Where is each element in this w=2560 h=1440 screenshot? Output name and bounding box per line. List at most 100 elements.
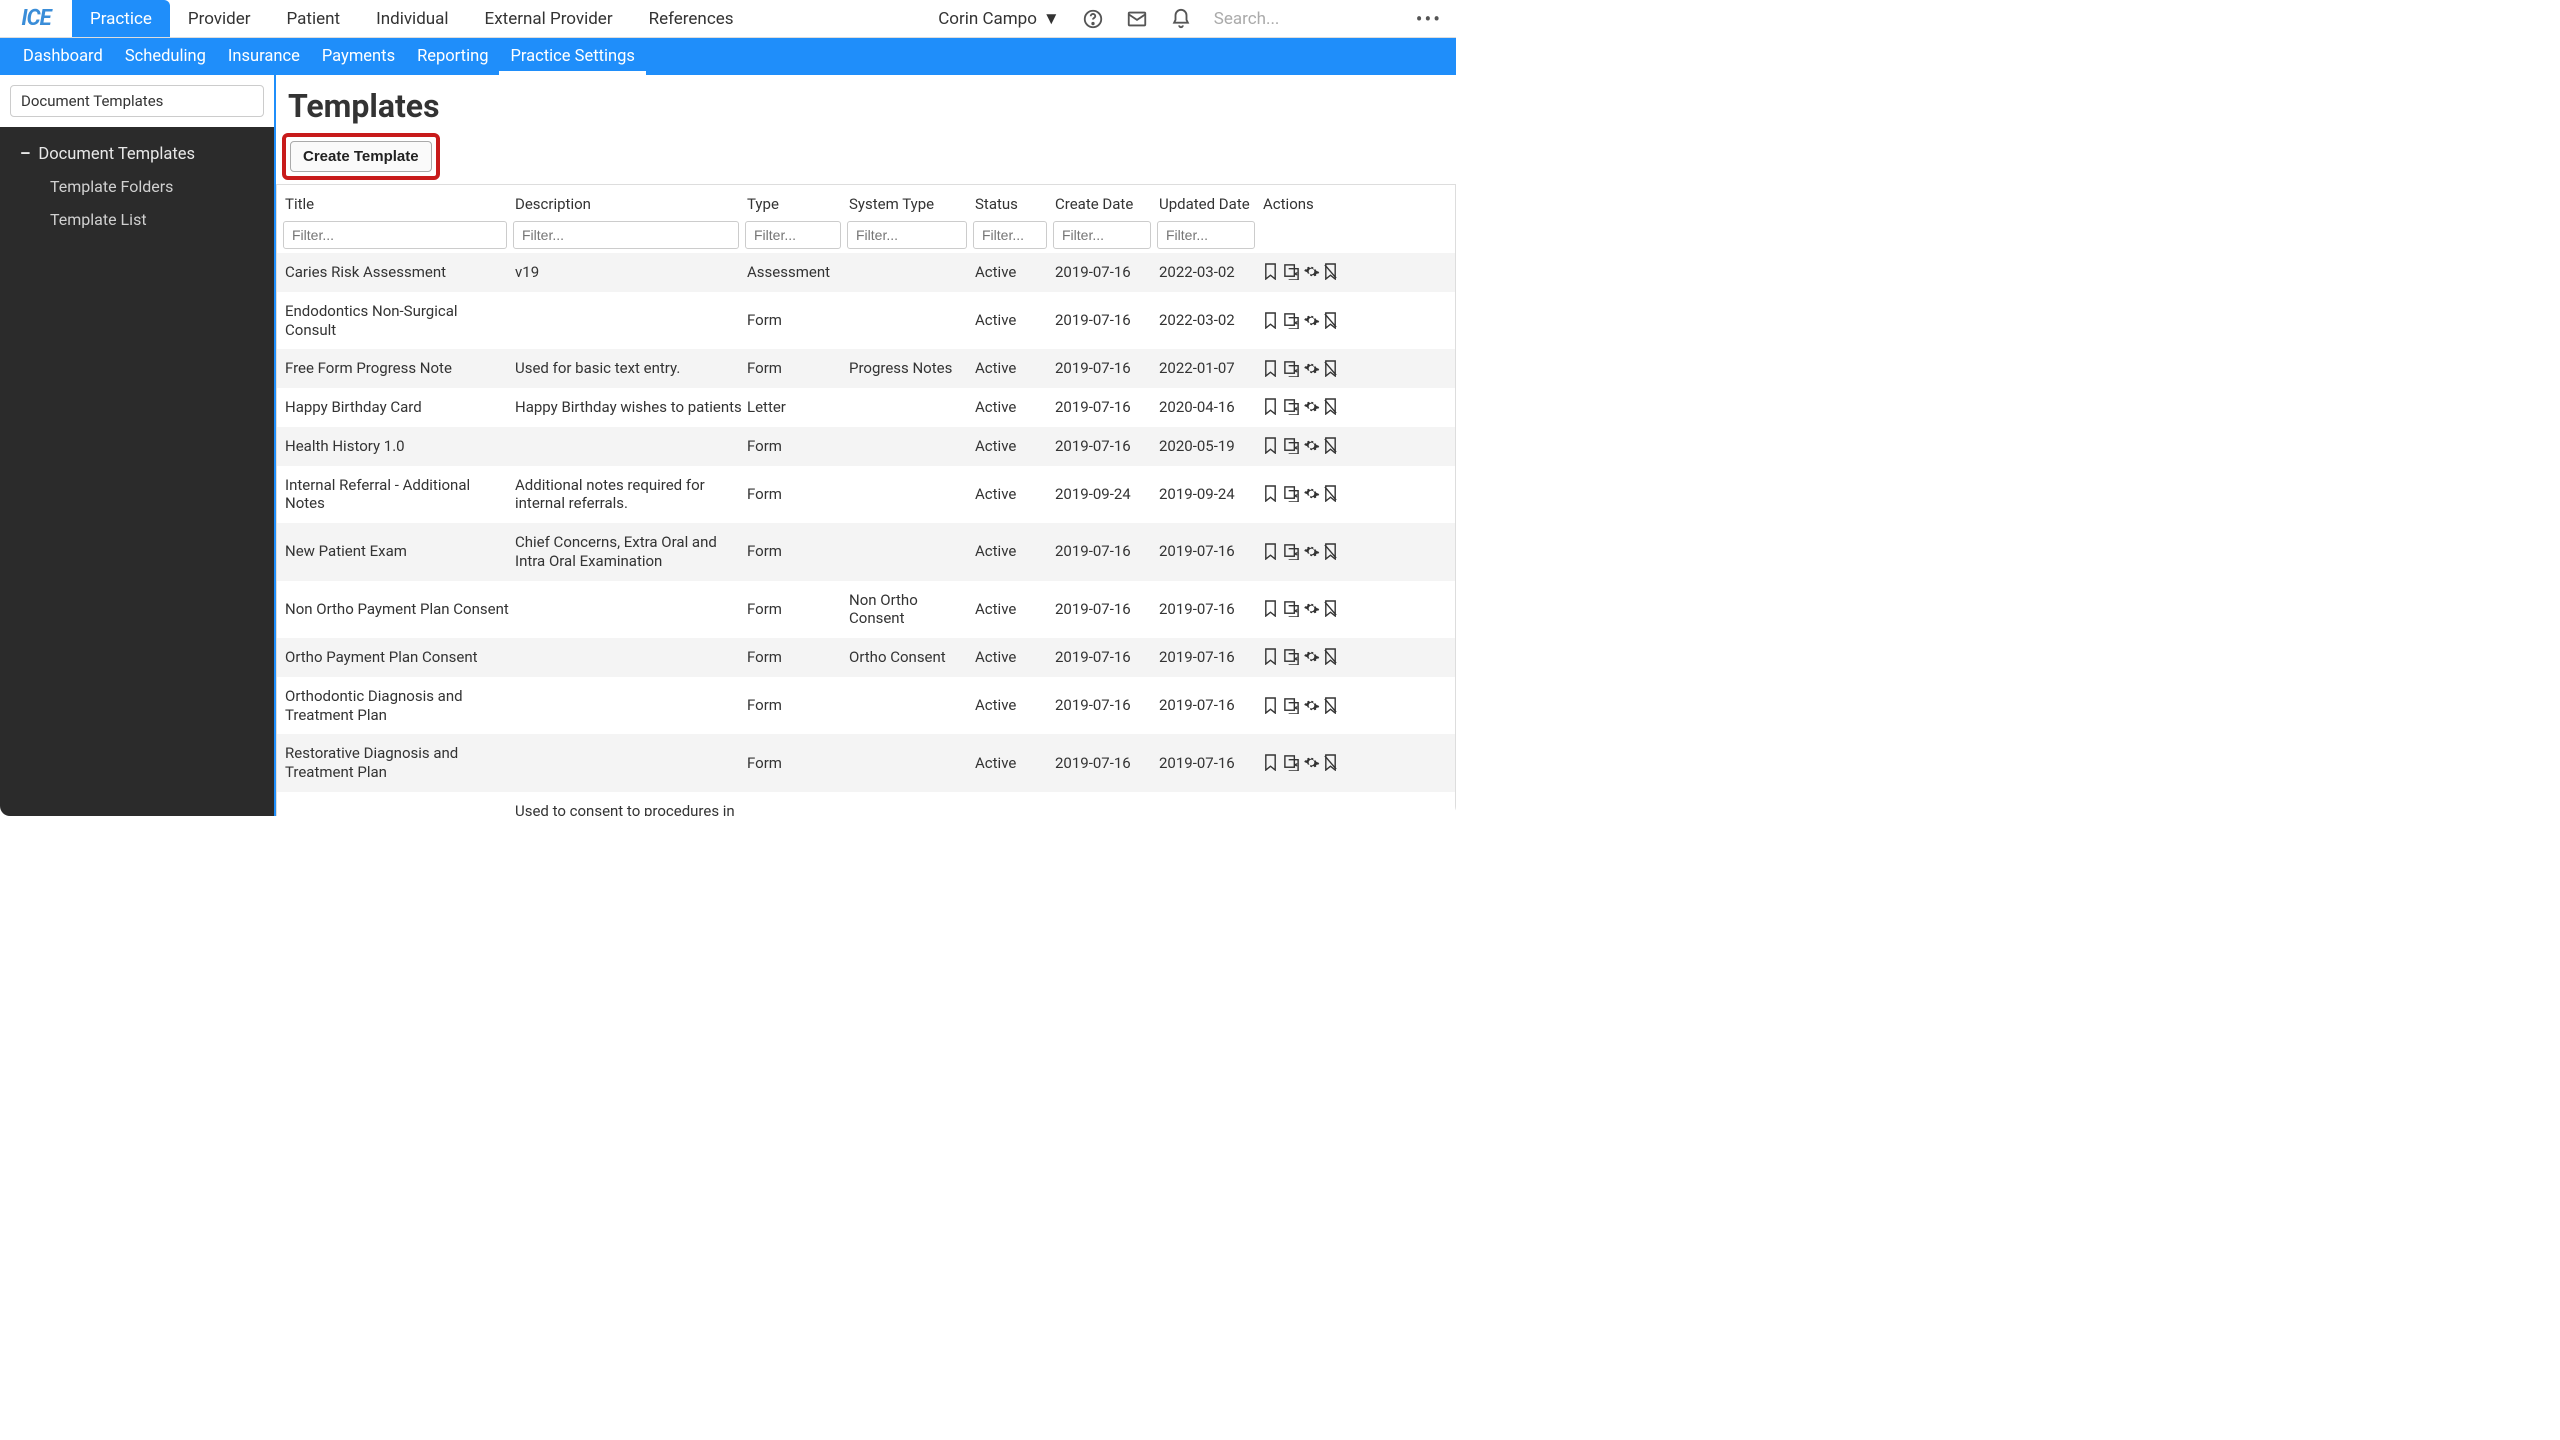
disable-icon[interactable] bbox=[1323, 398, 1339, 416]
cell: 2019-07-16 bbox=[1053, 357, 1157, 380]
sub-tab-scheduling[interactable]: Scheduling bbox=[114, 38, 217, 75]
gear-icon[interactable] bbox=[1303, 485, 1319, 503]
col-description[interactable]: Description bbox=[513, 191, 745, 217]
disable-icon[interactable] bbox=[1323, 485, 1339, 503]
sub-tab-practice-settings[interactable]: Practice Settings bbox=[499, 38, 645, 75]
disable-icon[interactable] bbox=[1323, 263, 1339, 281]
more-menu-icon[interactable]: ••• bbox=[1416, 7, 1442, 31]
disable-icon[interactable] bbox=[1323, 360, 1339, 378]
create-template-button[interactable]: Create Template bbox=[290, 141, 432, 172]
user-menu[interactable]: Corin Campo ▼ bbox=[938, 9, 1060, 29]
bell-icon[interactable] bbox=[1170, 8, 1192, 30]
sidebar-tree-root[interactable]: – Document Templates bbox=[0, 139, 274, 170]
top-tab-individual[interactable]: Individual bbox=[358, 0, 466, 37]
sidebar-header[interactable]: Document Templates bbox=[10, 85, 264, 117]
top-tab-provider[interactable]: Provider bbox=[170, 0, 269, 37]
sidebar-item-template-folders[interactable]: Template Folders bbox=[0, 170, 274, 203]
gear-icon[interactable] bbox=[1303, 398, 1319, 416]
sub-tab-reporting[interactable]: Reporting bbox=[406, 38, 499, 75]
copy-icon[interactable] bbox=[1283, 263, 1299, 281]
disable-icon[interactable] bbox=[1323, 543, 1339, 561]
disable-icon[interactable] bbox=[1323, 754, 1339, 772]
col-actions[interactable]: Actions bbox=[1261, 191, 1441, 217]
gear-icon[interactable] bbox=[1303, 543, 1319, 561]
bookmark-icon[interactable] bbox=[1263, 648, 1279, 666]
copy-icon[interactable] bbox=[1283, 398, 1299, 416]
disable-icon[interactable] bbox=[1323, 312, 1339, 330]
sub-tab-insurance[interactable]: Insurance bbox=[217, 38, 311, 75]
cell: 2022-03-02 bbox=[1157, 261, 1261, 284]
table-row: Caries Risk Assessmentv19AssessmentActiv… bbox=[277, 253, 1455, 292]
sub-nav: DashboardSchedulingInsurancePaymentsRepo… bbox=[0, 38, 1456, 75]
top-bar: ICE PracticeProviderPatientIndividualExt… bbox=[0, 0, 1456, 38]
bookmark-icon[interactable] bbox=[1263, 485, 1279, 503]
disable-icon[interactable] bbox=[1323, 697, 1339, 715]
cell bbox=[847, 405, 973, 409]
disable-icon[interactable] bbox=[1323, 600, 1339, 618]
mail-icon[interactable] bbox=[1126, 8, 1148, 30]
disable-icon[interactable] bbox=[1323, 648, 1339, 666]
copy-icon[interactable] bbox=[1283, 312, 1299, 330]
top-tab-external-provider[interactable]: External Provider bbox=[467, 0, 631, 37]
col-title[interactable]: Title bbox=[283, 191, 513, 217]
table-row: Non Ortho Payment Plan ConsentFormNon Or… bbox=[277, 581, 1455, 639]
cell: Form bbox=[745, 646, 847, 669]
bookmark-icon[interactable] bbox=[1263, 754, 1279, 772]
help-icon[interactable] bbox=[1082, 8, 1104, 30]
bookmark-icon[interactable] bbox=[1263, 437, 1279, 455]
gear-icon[interactable] bbox=[1303, 754, 1319, 772]
gear-icon[interactable] bbox=[1303, 648, 1319, 666]
filter-create-date[interactable] bbox=[1053, 221, 1151, 249]
copy-icon[interactable] bbox=[1283, 437, 1299, 455]
bookmark-icon[interactable] bbox=[1263, 398, 1279, 416]
sidebar-item-template-list[interactable]: Template List bbox=[0, 203, 274, 236]
copy-icon[interactable] bbox=[1283, 754, 1299, 772]
gear-icon[interactable] bbox=[1303, 312, 1319, 330]
bookmark-icon[interactable] bbox=[1263, 697, 1279, 715]
cell: Chief Concerns, Extra Oral and Intra Ora… bbox=[513, 531, 745, 573]
actions-cell bbox=[1261, 541, 1441, 563]
gear-icon[interactable] bbox=[1303, 360, 1319, 378]
search-input[interactable]: Search... bbox=[1214, 9, 1394, 29]
gear-icon[interactable] bbox=[1303, 263, 1319, 281]
sub-tab-dashboard[interactable]: Dashboard bbox=[12, 38, 114, 75]
cell: Orthodontic Diagnosis and Treatment Plan bbox=[283, 685, 513, 727]
col-system-type[interactable]: System Type bbox=[847, 191, 973, 217]
copy-icon[interactable] bbox=[1283, 485, 1299, 503]
filter-title[interactable] bbox=[283, 221, 507, 249]
bookmark-icon[interactable] bbox=[1263, 543, 1279, 561]
top-tab-references[interactable]: References bbox=[631, 0, 752, 37]
cell: Endodontics Non-Surgical Consult bbox=[283, 300, 513, 342]
gear-icon[interactable] bbox=[1303, 697, 1319, 715]
disable-icon[interactable] bbox=[1323, 437, 1339, 455]
top-tab-patient[interactable]: Patient bbox=[269, 0, 359, 37]
bookmark-icon[interactable] bbox=[1263, 600, 1279, 618]
filter-type[interactable] bbox=[745, 221, 841, 249]
cell: 2022-03-02 bbox=[1157, 309, 1261, 332]
cell: 2019-07-16 bbox=[1157, 540, 1261, 563]
filter-description[interactable] bbox=[513, 221, 739, 249]
cell: Internal Referral - Additional Notes bbox=[283, 474, 513, 516]
copy-icon[interactable] bbox=[1283, 543, 1299, 561]
bookmark-icon[interactable] bbox=[1263, 360, 1279, 378]
copy-icon[interactable] bbox=[1283, 648, 1299, 666]
gear-icon[interactable] bbox=[1303, 600, 1319, 618]
copy-icon[interactable] bbox=[1283, 600, 1299, 618]
filter-updated-date[interactable] bbox=[1157, 221, 1255, 249]
app-logo: ICE bbox=[0, 0, 72, 38]
col-create-date[interactable]: Create Date bbox=[1053, 191, 1157, 217]
filter-system-type[interactable] bbox=[847, 221, 967, 249]
filter-status[interactable] bbox=[973, 221, 1047, 249]
col-updated-date[interactable]: Updated Date bbox=[1157, 191, 1261, 217]
bookmark-icon[interactable] bbox=[1263, 312, 1279, 330]
gear-icon[interactable] bbox=[1303, 437, 1319, 455]
col-status[interactable]: Status bbox=[973, 191, 1053, 217]
bookmark-icon[interactable] bbox=[1263, 263, 1279, 281]
table-row: Happy Birthday CardHappy Birthday wishes… bbox=[277, 388, 1455, 427]
cell: Progress Notes bbox=[847, 357, 973, 380]
copy-icon[interactable] bbox=[1283, 360, 1299, 378]
top-tab-practice[interactable]: Practice bbox=[72, 0, 170, 37]
col-type[interactable]: Type bbox=[745, 191, 847, 217]
copy-icon[interactable] bbox=[1283, 697, 1299, 715]
sub-tab-payments[interactable]: Payments bbox=[311, 38, 406, 75]
